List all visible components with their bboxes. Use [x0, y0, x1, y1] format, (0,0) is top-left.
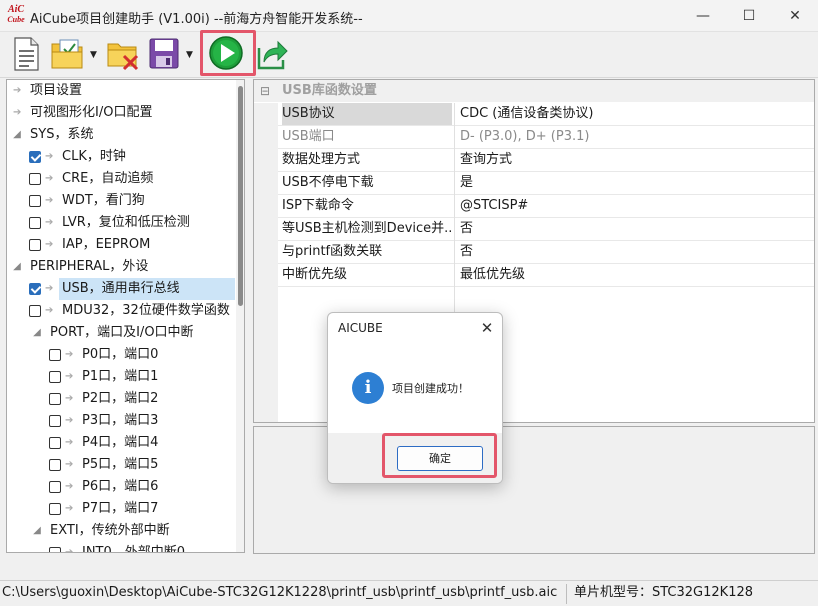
expand-icon[interactable]: ◢ — [11, 124, 23, 146]
p1-checkbox[interactable] — [49, 371, 61, 383]
new-file-button[interactable] — [12, 36, 40, 72]
tree-item-cre[interactable]: ➔ CRE，自动追频 — [7, 168, 235, 190]
info-icon: i — [352, 372, 384, 404]
tree-item-io-config[interactable]: ➔ 可视图形化I/O口配置 — [7, 102, 235, 124]
expand-icon[interactable]: ◢ — [31, 520, 43, 542]
tree-item-sys[interactable]: ◢ SYS，系统 — [7, 124, 235, 146]
close-button[interactable]: ✕ — [772, 0, 818, 32]
title-bar: AiC Cube AiCube项目创建助手 (V1.00i) --前海方舟智能开… — [0, 0, 818, 32]
dialog-title: AICUBE — [338, 321, 383, 335]
mcu-model: 单片机型号：STC32G12K128 — [574, 585, 754, 600]
property-row[interactable]: 中断优先级 最低优先级 — [254, 264, 814, 287]
tree-item-exti[interactable]: ◢ EXTI，传统外部中断 — [7, 520, 235, 542]
dialog-message: 项目创建成功！ — [392, 382, 469, 395]
dialog-close-button[interactable]: ✕ — [476, 317, 498, 339]
ok-button-highlight — [382, 433, 497, 478]
toolbar: ▼ ▼ — [0, 32, 818, 78]
tree-item-lvr[interactable]: ➔ LVR，复位和低压检测 — [7, 212, 235, 234]
status-bar: C:\Users\guoxin\Desktop\AiCube-STC32G12K… — [0, 580, 818, 606]
tree-item-p4[interactable]: ➔ P4口，端口4 — [7, 432, 235, 454]
property-row[interactable]: USB不停电下载 是 — [254, 172, 814, 195]
minimize-button[interactable]: — — [680, 0, 726, 32]
project-path: C:\Users\guoxin\Desktop\AiCube-STC32G12K… — [2, 585, 558, 600]
save-dropdown-button[interactable]: ▼ — [186, 50, 193, 60]
tree-item-p2[interactable]: ➔ P2口，端口2 — [7, 388, 235, 410]
tree-item-p5[interactable]: ➔ P5口，端口5 — [7, 454, 235, 476]
usb-checkbox[interactable] — [29, 283, 41, 295]
cre-checkbox[interactable] — [29, 173, 41, 185]
property-row[interactable]: USB端口 D- (P3.0), D+ (P3.1) — [254, 126, 814, 149]
export-icon — [257, 40, 288, 70]
collapse-icon[interactable]: ⊟ — [260, 80, 270, 102]
tree-item-int0[interactable]: ➔ INT0，外部中断0 — [7, 542, 235, 552]
module-tree: ➔ 项目设置 ➔ 可视图形化I/O口配置 ◢ SYS，系统 ➔ CLK，时钟 ➔… — [6, 79, 245, 553]
close-project-button[interactable] — [106, 36, 142, 72]
export-button[interactable] — [256, 36, 288, 72]
panel-splitter[interactable] — [245, 79, 253, 553]
property-row[interactable]: ISP下载命令 @STCISP# — [254, 195, 814, 218]
p3-checkbox[interactable] — [49, 415, 61, 427]
open-folder-icon — [51, 39, 83, 69]
p6-checkbox[interactable] — [49, 481, 61, 493]
clk-checkbox[interactable] — [29, 151, 41, 163]
tree-item-p1[interactable]: ➔ P1口，端口1 — [7, 366, 235, 388]
open-project-button[interactable] — [50, 36, 86, 72]
p0-checkbox[interactable] — [49, 349, 61, 361]
p7-checkbox[interactable] — [49, 503, 61, 515]
tree-scrollbar-thumb[interactable] — [238, 86, 243, 306]
wdt-checkbox[interactable] — [29, 195, 41, 207]
property-row[interactable]: 与printf函数关联 否 — [254, 241, 814, 264]
tree-item-p6[interactable]: ➔ P6口，端口6 — [7, 476, 235, 498]
int0-checkbox[interactable] — [49, 547, 61, 552]
lvr-checkbox[interactable] — [29, 217, 41, 229]
tree-item-port[interactable]: ◢ PORT，端口及I/O口中断 — [7, 322, 235, 344]
expand-icon[interactable]: ◢ — [31, 322, 43, 344]
mdu32-checkbox[interactable] — [29, 305, 41, 317]
open-dropdown-button[interactable]: ▼ — [90, 50, 97, 60]
property-row[interactable]: 等USB主机检测到Device并... 否 — [254, 218, 814, 241]
tree-item-mdu32[interactable]: ➔ MDU32，32位硬件数学函数 — [7, 300, 235, 322]
iap-checkbox[interactable] — [29, 239, 41, 251]
save-button[interactable] — [148, 36, 180, 72]
tree-item-clk[interactable]: ➔ CLK，时钟 — [7, 146, 235, 168]
p2-checkbox[interactable] — [49, 393, 61, 405]
new-file-icon — [14, 37, 39, 71]
property-row[interactable]: USB协议 CDC (通信设备类协议) — [254, 103, 814, 126]
tree-item-p3[interactable]: ➔ P3口，端口3 — [7, 410, 235, 432]
tree-item-usb[interactable]: ➔ USB，通用串行总线 — [7, 278, 235, 300]
maximize-button[interactable]: ☐ — [726, 0, 772, 32]
tree-scrollbar[interactable] — [236, 80, 244, 552]
tree-item-wdt[interactable]: ➔ WDT，看门狗 — [7, 190, 235, 212]
property-category[interactable]: ⊟ USB库函数设置 — [254, 80, 814, 102]
run-button-highlight — [200, 30, 256, 76]
p5-checkbox[interactable] — [49, 459, 61, 471]
expand-icon[interactable]: ◢ — [11, 256, 23, 278]
property-row[interactable]: 数据处理方式 查询方式 — [254, 149, 814, 172]
tree-item-peripheral[interactable]: ◢ PERIPHERAL，外设 — [7, 256, 235, 278]
close-project-icon — [107, 43, 139, 71]
p4-checkbox[interactable] — [49, 437, 61, 449]
tree-item-p7[interactable]: ➔ P7口，端口7 — [7, 498, 235, 520]
save-icon — [149, 38, 179, 69]
app-logo-icon: AiC Cube — [7, 4, 25, 25]
tree-item-project-settings[interactable]: ➔ 项目设置 — [7, 80, 235, 102]
tree-item-p0[interactable]: ➔ P0口，端口0 — [7, 344, 235, 366]
tree-item-iap[interactable]: ➔ IAP，EEPROM — [7, 234, 235, 256]
window-title: AiCube项目创建助手 (V1.00i) --前海方舟智能开发系统-- — [30, 12, 363, 27]
